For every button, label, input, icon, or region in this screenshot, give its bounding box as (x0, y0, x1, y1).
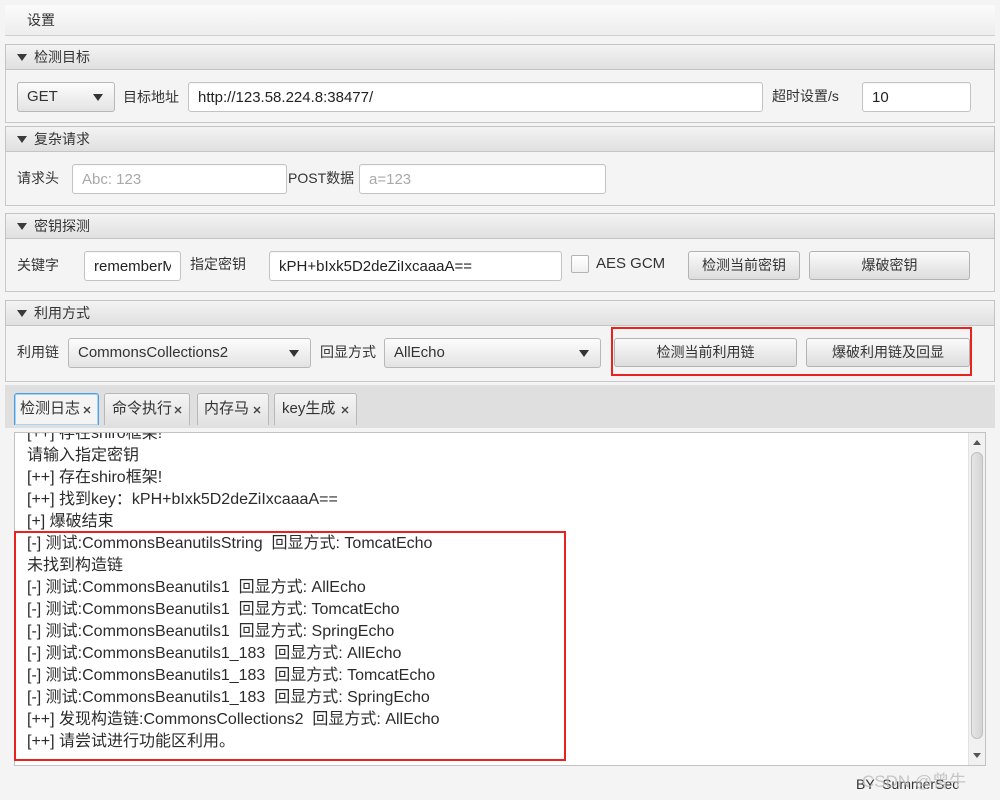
aes-gcm-label[interactable]: AES GCM (596, 254, 665, 274)
log-line: [+] 爆破结束 (27, 513, 114, 530)
close-icon[interactable] (83, 406, 91, 414)
scroll-down-arrow-icon[interactable] (973, 753, 981, 758)
brute-force-key-button[interactable]: 爆破密钥 (809, 251, 970, 280)
log-line: [-] 测试:CommonsBeanutilsString 回显方式: Tomc… (27, 535, 433, 552)
tab-label: key生成 (282, 400, 336, 417)
log-line: [-] 测试:CommonsBeanutils1 回显方式: AllEcho (27, 579, 366, 596)
tab-label: 检测日志 (20, 400, 81, 417)
post-data-label: POST数据 (288, 170, 355, 186)
check-current-chain-button[interactable]: 检测当前利用链 (614, 338, 797, 367)
gadget-chain-label: 利用链 (17, 344, 59, 360)
headers-label: 请求头 (17, 170, 59, 186)
expanded-triangle-icon (17, 223, 27, 230)
log-line: [++] 存在shiro框架! (27, 432, 163, 442)
log-line: [-] 测试:CommonsBeanutils1 回显方式: TomcatEch… (27, 601, 400, 618)
chevron-down-icon (289, 350, 299, 357)
chevron-down-icon (579, 350, 589, 357)
echo-mode-label: 回显方式 (320, 344, 376, 360)
echo-mode-dropdown[interactable]: AllEcho (384, 338, 601, 368)
log-lines: [++] 存在shiro框架! 请输入指定密钥 [++] 存在shiro框架! … (27, 432, 440, 753)
aes-gcm-checkbox[interactable] (571, 255, 589, 273)
log-line: 请输入指定密钥 (27, 447, 140, 464)
gadget-chain-dropdown-value: CommonsCollections2 (78, 344, 229, 361)
specified-key-input[interactable] (269, 251, 562, 281)
scroll-up-arrow-icon[interactable] (973, 440, 981, 445)
tab-memshell[interactable]: 内存马 (197, 393, 269, 425)
log-line: [-] 测试:CommonsBeanutils1_183 回显方式: Sprin… (27, 689, 430, 706)
url-label: 目标地址 (123, 89, 179, 105)
method-dropdown-value: GET (27, 88, 58, 105)
echo-mode-dropdown-value: AllEcho (394, 344, 445, 361)
tab-key-generate[interactable]: key生成 (274, 393, 357, 425)
section-title-exploit: 利用方式 (34, 305, 90, 321)
app-window: 设置 检测目标 GET 目标地址 超时设置/s 复杂请求 请求头 POST数据 … (0, 0, 1000, 800)
close-icon[interactable] (253, 406, 261, 414)
log-line: [++] 存在shiro框架! (27, 469, 163, 486)
scroll-thumb[interactable] (971, 452, 983, 739)
section-header-target[interactable]: 检测目标 (5, 44, 995, 70)
keyword-input[interactable] (84, 251, 181, 281)
keyword-label: 关键字 (17, 257, 59, 273)
specified-key-label: 指定密钥 (190, 256, 246, 272)
brute-force-chain-echo-button[interactable]: 爆破利用链及回显 (806, 338, 970, 367)
watermark: CSDN @曾牛 (862, 772, 967, 791)
log-line: [-] 测试:CommonsBeanutils1_183 回显方式: Tomca… (27, 667, 436, 684)
tab-label: 内存马 (204, 400, 250, 417)
tab-command-exec[interactable]: 命令执行 (104, 393, 190, 425)
timeout-label: 超时设置/s (772, 88, 839, 104)
log-line: 未找到构造链 (27, 557, 124, 574)
log-scrollbar[interactable] (968, 433, 985, 765)
log-line: [++] 发现构造链:CommonsCollections2 回显方式: All… (27, 711, 440, 728)
status-footer (0, 770, 1000, 800)
expanded-triangle-icon (17, 310, 27, 317)
log-textarea[interactable]: [++] 存在shiro框架! 请输入指定密钥 [++] 存在shiro框架! … (14, 432, 986, 766)
tab-detection-log[interactable]: 检测日志 (14, 393, 99, 425)
timeout-input[interactable] (862, 82, 971, 112)
headers-input[interactable] (72, 164, 287, 194)
section-header-key-detection[interactable]: 密钥探测 (5, 213, 995, 239)
expanded-triangle-icon (17, 136, 27, 143)
menu-settings[interactable]: 设置 (27, 10, 55, 30)
section-header-exploit[interactable]: 利用方式 (5, 300, 995, 326)
log-line: [++] 请尝试进行功能区利用。 (27, 733, 236, 750)
section-title-key-detection: 密钥探测 (34, 218, 90, 234)
section-title-target: 检测目标 (34, 49, 90, 65)
target-url-input[interactable] (188, 82, 763, 112)
check-current-key-button[interactable]: 检测当前密钥 (688, 251, 800, 280)
gadget-chain-dropdown[interactable]: CommonsCollections2 (68, 338, 311, 368)
menu-bar: 设置 (5, 5, 995, 36)
chevron-down-icon (93, 94, 103, 101)
expanded-triangle-icon (17, 54, 27, 61)
section-title-complex-request: 复杂请求 (34, 131, 90, 147)
section-header-complex-request[interactable]: 复杂请求 (5, 126, 995, 152)
close-icon[interactable] (174, 406, 182, 414)
post-data-input[interactable] (359, 164, 606, 194)
log-line: [-] 测试:CommonsBeanutils1 回显方式: SpringEch… (27, 623, 395, 640)
tab-label: 命令执行 (112, 400, 173, 417)
method-dropdown[interactable]: GET (17, 82, 115, 112)
log-line: [++] 找到key：kPH+bIxk5D2deZiIxcaaaA== (27, 491, 338, 508)
log-line: [-] 测试:CommonsBeanutils1_183 回显方式: AllEc… (27, 645, 402, 662)
close-icon[interactable] (341, 406, 349, 414)
